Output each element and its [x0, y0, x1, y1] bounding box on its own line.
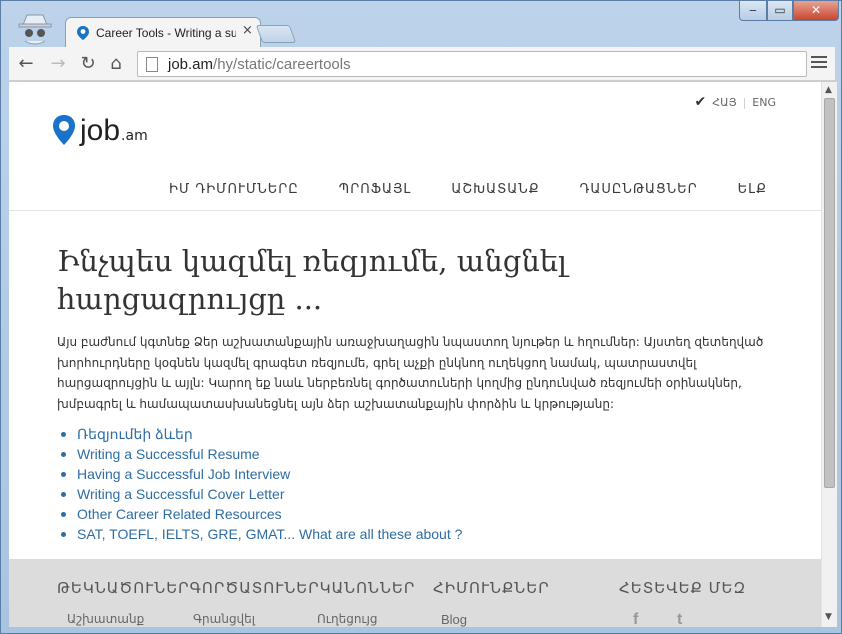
browser-tab[interactable]: Career Tools - Writing a su ×: [65, 17, 261, 47]
nav-my-applications[interactable]: ԻՄ ԴԻՄՈՒՄՆԵՐԸ: [169, 182, 299, 197]
nav-logout[interactable]: ԵԼՔ: [738, 182, 767, 197]
facebook-icon[interactable]: f: [633, 611, 638, 627]
twitter-icon[interactable]: t: [677, 611, 682, 627]
list-item: Other Career Related Resources: [61, 504, 777, 524]
resource-links: Ռեզյումեի ձևեր Writing a Successful Resu…: [57, 424, 777, 544]
link-successful-resume[interactable]: Writing a Successful Resume: [77, 446, 260, 462]
browser-menu-icon[interactable]: [811, 56, 827, 70]
checkmark-icon: ✔: [694, 94, 707, 110]
window-minimize-button[interactable]: ‒: [739, 1, 767, 21]
footer-link-jobs[interactable]: Աշխատանք: [67, 612, 144, 626]
nav-courses[interactable]: ԴԱՍԸՆԹԱՑՆԵՐ: [580, 182, 698, 197]
url-path: /hy/static/careertools: [213, 56, 351, 73]
incognito-icon: [18, 14, 52, 45]
footer-link-blog[interactable]: Blog: [441, 612, 467, 627]
lang-en-link[interactable]: ENG: [752, 96, 776, 109]
window-maximize-button[interactable]: ▭: [767, 1, 793, 21]
url-text: job.am/hy/static/careertools: [168, 56, 351, 73]
link-resume-templates[interactable]: Ռեզյումեի ձևեր: [77, 426, 193, 442]
list-item: Ռեզյումեի ձևեր: [61, 424, 777, 444]
tab-close-icon[interactable]: ×: [242, 23, 253, 38]
vertical-scrollbar[interactable]: ▲ ▼: [821, 82, 837, 627]
page-title: Ինչպես կազմել ռեզյումե, անցնել հարցազրու…: [57, 244, 567, 316]
favicon-pin-icon: [77, 26, 89, 40]
footer-heading-left: ԹԵԿՆԱԾՈՒՆԵՐԳՈՐԾԱՏՈՒՆԵՐԿԱՆՈՆՆԵՐ: [57, 579, 416, 597]
nav-divider: [9, 210, 821, 211]
site-footer: ԹԵԿՆԱԾՈՒՆԵՐԳՈՐԾԱՏՈՒՆԵՐԿԱՆՈՆՆԵՐ ՀԻՄՈՒՆՔՆԵ…: [9, 559, 821, 627]
window-close-button[interactable]: ✕: [793, 1, 839, 21]
language-switcher: ✔ ՀԱՅ | ENG: [695, 94, 776, 110]
footer-link-register[interactable]: Գրանցվել: [193, 612, 255, 626]
link-tests-info[interactable]: SAT, TOEFL, IELTS, GRE, GMAT... What are…: [77, 526, 462, 542]
scroll-up-icon[interactable]: ▲: [825, 85, 832, 95]
reload-button[interactable]: ↻: [77, 53, 99, 75]
browser-window: Career Tools - Writing a su × ‒ ▭ ✕ ← → …: [0, 0, 842, 634]
browser-toolbar: ← → ↻ ⌂ job.am/hy/static/careertools: [9, 47, 835, 81]
new-tab-button[interactable]: [255, 25, 297, 43]
lang-separator: |: [742, 95, 747, 109]
address-bar[interactable]: job.am/hy/static/careertools: [137, 51, 807, 77]
footer-heading-basics: ՀԻՄՈՒՆՔՆԵՐ: [433, 579, 550, 597]
list-item: Having a Successful Job Interview: [61, 464, 777, 484]
nav-profile[interactable]: ՊՐՈՖԱՅԼ: [339, 182, 412, 197]
link-other-resources[interactable]: Other Career Related Resources: [77, 506, 282, 522]
link-cover-letter[interactable]: Writing a Successful Cover Letter: [77, 486, 285, 502]
back-button[interactable]: ←: [15, 53, 37, 75]
url-host: job.am: [168, 56, 214, 73]
tab-title: Career Tools - Writing a su: [96, 26, 236, 40]
main-nav: ԻՄ ԴԻՄՈՒՄՆԵՐԸ ՊՐՈՖԱՅԼ ԱՇԽԱՏԱՆՔ ԴԱՍԸՆԹԱՑՆ…: [169, 182, 767, 197]
home-button[interactable]: ⌂: [105, 53, 127, 75]
logo-text: job: [80, 114, 121, 147]
site-logo[interactable]: job .am: [52, 114, 148, 146]
link-job-interview[interactable]: Having a Successful Job Interview: [77, 466, 290, 482]
list-item: Writing a Successful Cover Letter: [61, 484, 777, 504]
lang-hy-link[interactable]: ՀԱՅ: [712, 96, 736, 109]
logo-tld: .am: [121, 128, 148, 144]
scroll-thumb[interactable]: [824, 98, 835, 488]
footer-heading-follow: ՀԵՏԵՎԵՔ ՄԵԶ: [619, 579, 747, 597]
footer-link-guide[interactable]: Ուղեցույց: [317, 612, 378, 626]
page-icon: [146, 57, 158, 72]
scroll-down-icon[interactable]: ▼: [825, 612, 832, 622]
list-item: Writing a Successful Resume: [61, 444, 777, 464]
intro-text: Այս բաժնում կգտնեք Ձեր աշխատանքային առաջ…: [57, 335, 764, 411]
forward-button[interactable]: →: [47, 53, 69, 75]
page-viewport: ✔ ՀԱՅ | ENG job .am ԻՄ ԴԻՄՈՒՄՆԵՐԸ ՊՐՈՖԱՅ…: [9, 82, 821, 627]
logo-pin-icon: [53, 115, 75, 145]
list-item: SAT, TOEFL, IELTS, GRE, GMAT... What are…: [61, 524, 777, 544]
main-content: Ինչպես կազմել ռեզյումե, անցնել հարցազրու…: [57, 242, 777, 544]
nav-jobs[interactable]: ԱՇԽԱՏԱՆՔ: [451, 182, 539, 197]
